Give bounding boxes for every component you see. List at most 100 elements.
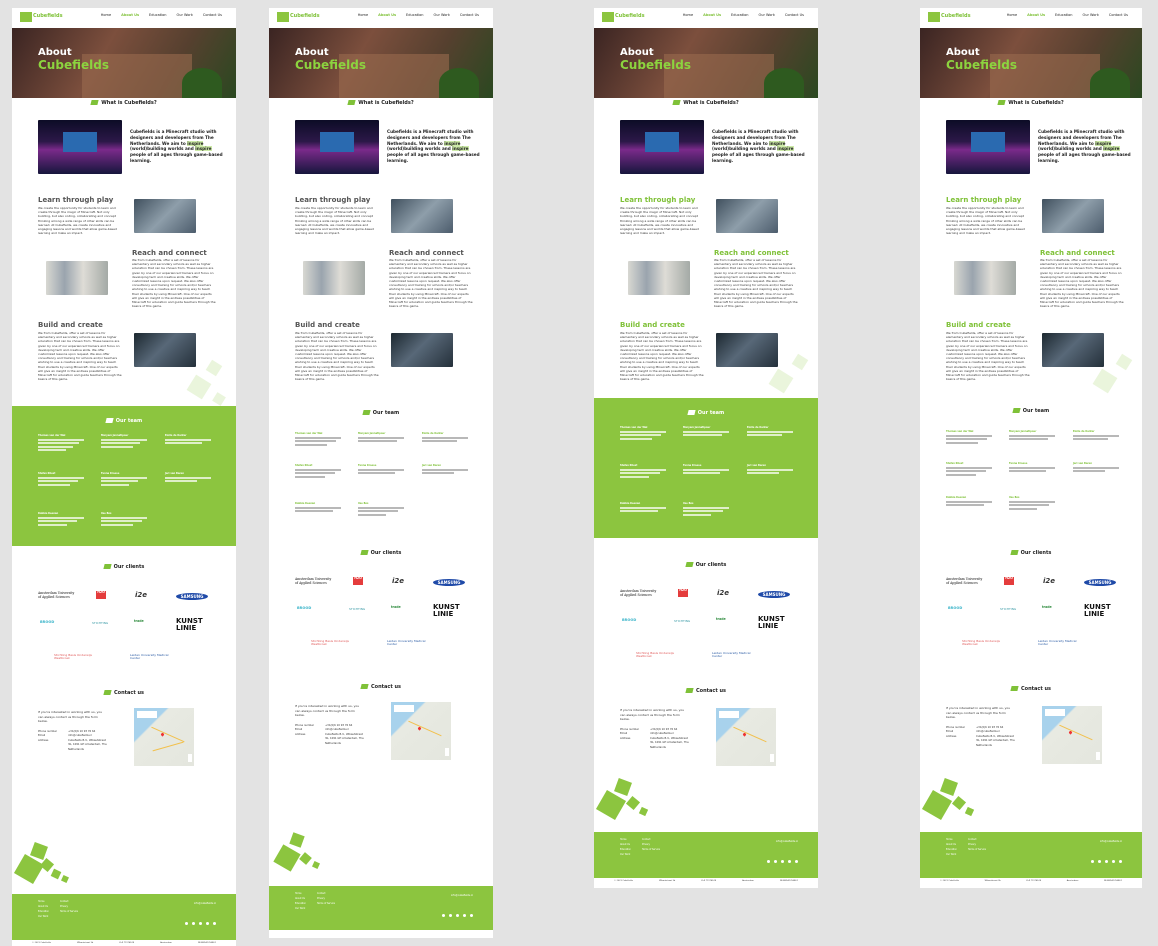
nav-education[interactable]: Education <box>731 13 748 17</box>
cube-icon <box>347 100 356 105</box>
group-photo <box>954 261 1016 295</box>
map-road <box>1059 724 1093 740</box>
logo-samsung: SAMSUNG <box>176 593 208 600</box>
nav-home[interactable]: Home <box>358 13 368 17</box>
map-pin-icon[interactable] <box>417 726 422 731</box>
map-zoom-control[interactable] <box>188 754 192 762</box>
nav-education[interactable]: Education <box>1055 13 1072 17</box>
location-map[interactable] <box>1042 706 1102 764</box>
linkedin-icon[interactable] <box>470 914 473 917</box>
section-title-clients: Our clients <box>12 564 236 570</box>
top-nav: Cubefields Home About Us Education Our W… <box>920 8 1142 28</box>
footer-email[interactable]: info@cubefields.nl <box>451 894 473 897</box>
tiktok-icon[interactable] <box>1112 860 1115 863</box>
block-text-learn: We create the opportunity for students t… <box>620 206 699 236</box>
nav-contact[interactable]: Contact Us <box>460 13 479 17</box>
location-map[interactable] <box>134 708 194 766</box>
team-section: Our team Thomas van der Wal Maryam Janna… <box>12 406 236 546</box>
block-title-reach: Reach and connect <box>389 249 464 257</box>
brand-name[interactable]: Cubefields <box>941 13 971 19</box>
cube-logo-icon[interactable] <box>20 12 32 22</box>
section-title-contact: Contact us <box>12 690 236 696</box>
map-zoom-control[interactable] <box>1096 752 1100 760</box>
deco-cube <box>964 806 975 817</box>
location-map[interactable] <box>716 708 776 766</box>
cube-logo-icon[interactable] <box>928 12 940 22</box>
group-photo <box>303 261 365 295</box>
cube-logo-icon[interactable] <box>602 12 614 22</box>
facebook-icon[interactable] <box>185 922 188 925</box>
instagram-icon[interactable] <box>774 860 777 863</box>
tiktok-icon[interactable] <box>206 922 209 925</box>
footer-links-1: Home About Us Education Our Work <box>38 900 49 918</box>
footer-email[interactable]: info@cubefields.nl <box>1100 840 1122 843</box>
nav-work[interactable]: Our Work <box>1082 13 1098 17</box>
nav-contact[interactable]: Contact Us <box>1109 13 1128 17</box>
cube-icon <box>103 564 112 569</box>
logo-stichting: STICHTING <box>674 619 691 623</box>
map-pin-icon[interactable] <box>160 732 165 737</box>
location-map[interactable] <box>391 702 451 760</box>
section-title-what: What is Cubefields? <box>12 100 236 106</box>
hero-title: About Cubefields <box>38 47 109 72</box>
nav-education[interactable]: Education <box>406 13 423 17</box>
youtube-icon[interactable] <box>199 922 202 925</box>
facebook-icon[interactable] <box>767 860 770 863</box>
tiktok-icon[interactable] <box>788 860 791 863</box>
map-zoom-control[interactable] <box>445 748 449 756</box>
nav-home[interactable]: Home <box>101 13 111 17</box>
instagram-icon[interactable] <box>1098 860 1101 863</box>
instagram-icon[interactable] <box>192 922 195 925</box>
artboard-3: Cubefields Home About Us Education Our W… <box>594 8 818 888</box>
cube-logo-icon[interactable] <box>277 12 289 22</box>
nav-about[interactable]: About Us <box>378 13 396 17</box>
nav-home[interactable]: Home <box>683 13 693 17</box>
contact-intro: If you're interested in working with us,… <box>620 708 685 721</box>
logo-brood: BROOD <box>948 606 963 610</box>
logo-i2e: i2e <box>1043 577 1056 585</box>
main-menu: Home About Us Education Our Work Contact… <box>683 13 804 17</box>
footer-email[interactable]: info@cubefields.nl <box>194 902 216 905</box>
cube-icon <box>90 100 99 105</box>
block-title-reach: Reach and connect <box>714 249 789 257</box>
team-member: Emile de Kanter <box>422 432 468 443</box>
footer-links-2: Contact Privacy Terms of Service <box>968 838 987 851</box>
brand-name[interactable]: Cubefields <box>33 13 63 19</box>
logo-trade: trade <box>1042 605 1052 609</box>
linkedin-icon[interactable] <box>795 860 798 863</box>
youtube-icon[interactable] <box>1105 860 1108 863</box>
brand-name[interactable]: Cubefields <box>290 13 320 19</box>
map-pin-icon[interactable] <box>742 732 747 737</box>
linkedin-icon[interactable] <box>1119 860 1122 863</box>
nav-work[interactable]: Our Work <box>758 13 774 17</box>
facebook-icon[interactable] <box>442 914 445 917</box>
footer-email[interactable]: info@cubefields.nl <box>776 840 798 843</box>
instagram-icon[interactable] <box>449 914 452 917</box>
hero-banner: About Cubefields <box>12 28 236 98</box>
team-member: Ilse Bos <box>1009 496 1055 510</box>
nav-contact[interactable]: Contact Us <box>785 13 804 17</box>
youtube-icon[interactable] <box>456 914 459 917</box>
nav-work[interactable]: Our Work <box>176 13 192 17</box>
nav-home[interactable]: Home <box>1007 13 1017 17</box>
nav-work[interactable]: Our Work <box>433 13 449 17</box>
logo-trade: trade <box>134 619 144 623</box>
nav-about[interactable]: About Us <box>1027 13 1045 17</box>
brand-name[interactable]: Cubefields <box>615 13 645 19</box>
map-zoom-control[interactable] <box>770 754 774 762</box>
team-member: Emile de Kanter <box>165 434 211 445</box>
contact-values: +31(0)6 10 93 76 64 info@cubefields.nl Cub… <box>976 726 1015 747</box>
tiktok-icon[interactable] <box>463 914 466 917</box>
footer: Home About Us Education Our Work Contact Pri… <box>269 886 493 930</box>
main-menu: Home About Us Education Our Work Contact… <box>1007 13 1128 17</box>
nav-contact[interactable]: Contact Us <box>203 13 222 17</box>
map-pin-icon[interactable] <box>1068 730 1073 735</box>
facebook-icon[interactable] <box>1091 860 1094 863</box>
linkedin-icon[interactable] <box>213 922 216 925</box>
intro-text: Cubefields is a Minecraft studio with de… <box>130 129 223 163</box>
block-text-reach: We from Cubefields, offer a set of lesso… <box>132 258 216 309</box>
youtube-icon[interactable] <box>781 860 784 863</box>
nav-about[interactable]: About Us <box>121 13 139 17</box>
nav-education[interactable]: Education <box>149 13 166 17</box>
nav-about[interactable]: About Us <box>703 13 721 17</box>
